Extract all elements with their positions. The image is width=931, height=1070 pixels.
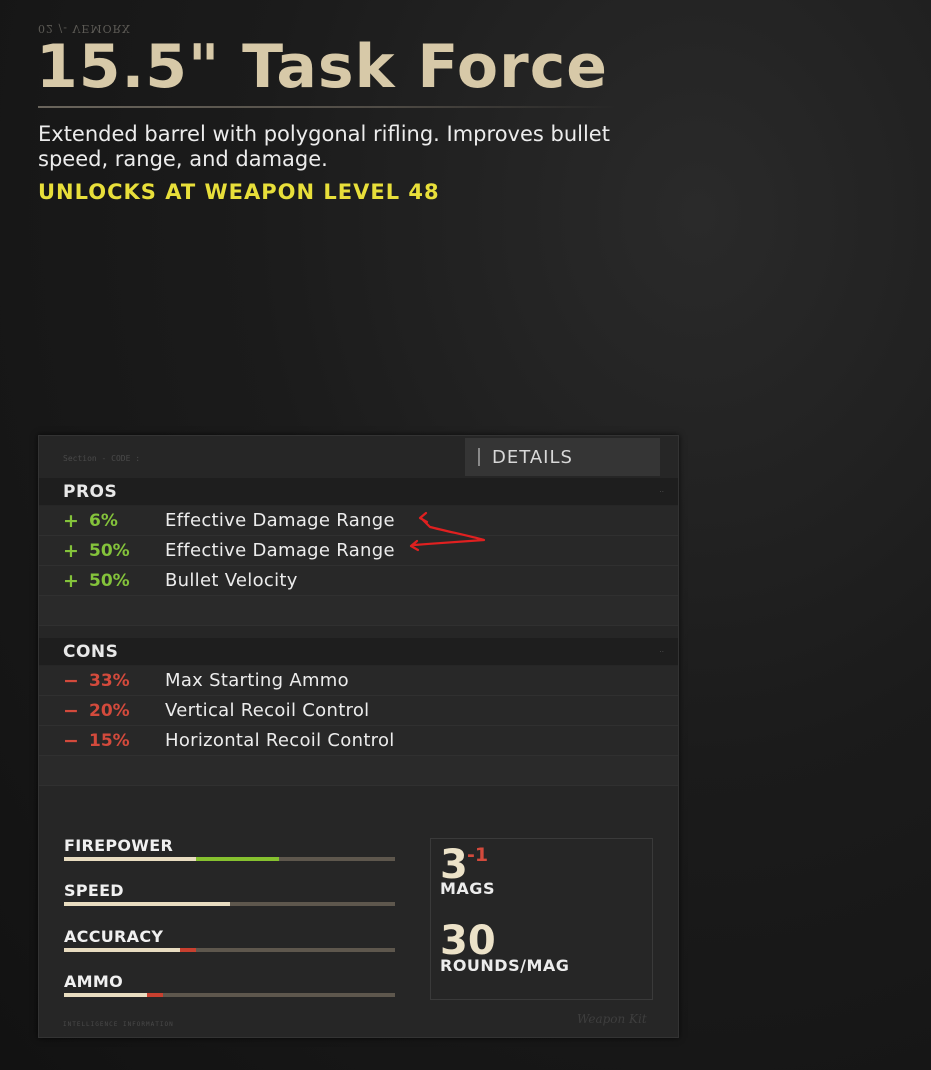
firepower-meter: [64, 857, 395, 861]
unlock-requirement: UNLOCKS AT WEAPON LEVEL 48: [38, 180, 440, 204]
con-sign: −: [63, 729, 79, 752]
empty-row: [39, 596, 678, 626]
magazine-box: 3 -1 MAGS 30 ROUNDS/MAG: [430, 838, 653, 1000]
cons-label: CONS: [63, 641, 119, 662]
pro-stat: Effective Damage Range: [165, 540, 395, 561]
pro-row: + 50% Bullet Velocity: [39, 566, 678, 596]
pro-value: 50%: [89, 570, 130, 591]
accuracy-meter: [64, 948, 395, 952]
tab-details-label: DETAILS: [492, 446, 573, 468]
con-sign: −: [63, 699, 79, 722]
con-stat: Vertical Recoil Control: [165, 700, 370, 721]
empty-row: [39, 756, 678, 786]
meter-base-fill: [64, 857, 197, 861]
pro-stat: Bullet Velocity: [165, 570, 298, 591]
ammo-meter: [64, 993, 395, 997]
con-stat: Horizontal Recoil Control: [165, 730, 395, 751]
panel-footer: INTELLIGENCE INFORMATION: [63, 1021, 174, 1028]
tab-indicator: [478, 448, 480, 466]
tab-details[interactable]: DETAILS: [465, 438, 660, 476]
con-value: 33%: [89, 670, 130, 691]
mags-label: MAGS: [440, 879, 495, 898]
meter-delta-fill: [146, 993, 164, 997]
pros-header: PROS ··: [39, 478, 678, 505]
con-row: − 15% Horizontal Recoil Control: [39, 726, 678, 756]
con-row: − 33% Max Starting Ammo: [39, 666, 678, 696]
firepower-label: FIREPOWER: [64, 836, 174, 855]
mags-modifier: -1: [467, 844, 489, 866]
cons-header: CONS ··: [39, 638, 678, 665]
attachment-description: Extended barrel with polygonal rifling. …: [38, 122, 610, 171]
cons-header-marker: ··: [659, 648, 664, 656]
pro-sign: +: [63, 539, 79, 562]
pro-sign: +: [63, 509, 79, 532]
title-divider: [38, 106, 618, 108]
meter-base-fill: [64, 902, 230, 906]
pros-label: PROS: [63, 481, 118, 502]
meter-base-fill: [64, 948, 180, 952]
con-value: 20%: [89, 700, 130, 721]
accuracy-label: ACCURACY: [64, 927, 164, 946]
pro-stat: Effective Damage Range: [165, 510, 395, 531]
con-value: 15%: [89, 730, 130, 751]
signature: Weapon Kit: [577, 1012, 647, 1026]
rounds-value: 30: [440, 918, 496, 964]
pro-row: + 50% Effective Damage Range: [39, 536, 678, 566]
ammo-label: AMMO: [64, 972, 124, 991]
meter-delta-fill: [196, 857, 280, 861]
con-sign: −: [63, 669, 79, 692]
details-panel: Section - CODE : DETAILS PROS ·· + 6% Ef…: [38, 435, 679, 1038]
attachment-title: 15.5" Task Force: [36, 32, 608, 102]
pros-header-marker: ··: [659, 488, 664, 496]
speed-meter: [64, 902, 395, 906]
pro-value: 50%: [89, 540, 130, 561]
rounds-label: ROUNDS/MAG: [440, 956, 570, 975]
pro-row: + 6% Effective Damage Range: [39, 506, 678, 536]
section-code: Section - CODE :: [63, 454, 141, 463]
pro-sign: +: [63, 569, 79, 592]
pro-value: 6%: [89, 510, 118, 531]
con-row: − 20% Vertical Recoil Control: [39, 696, 678, 726]
speed-label: SPEED: [64, 881, 124, 900]
meter-base-fill: [64, 993, 147, 997]
meter-delta-fill: [179, 948, 197, 952]
con-stat: Max Starting Ammo: [165, 670, 349, 691]
